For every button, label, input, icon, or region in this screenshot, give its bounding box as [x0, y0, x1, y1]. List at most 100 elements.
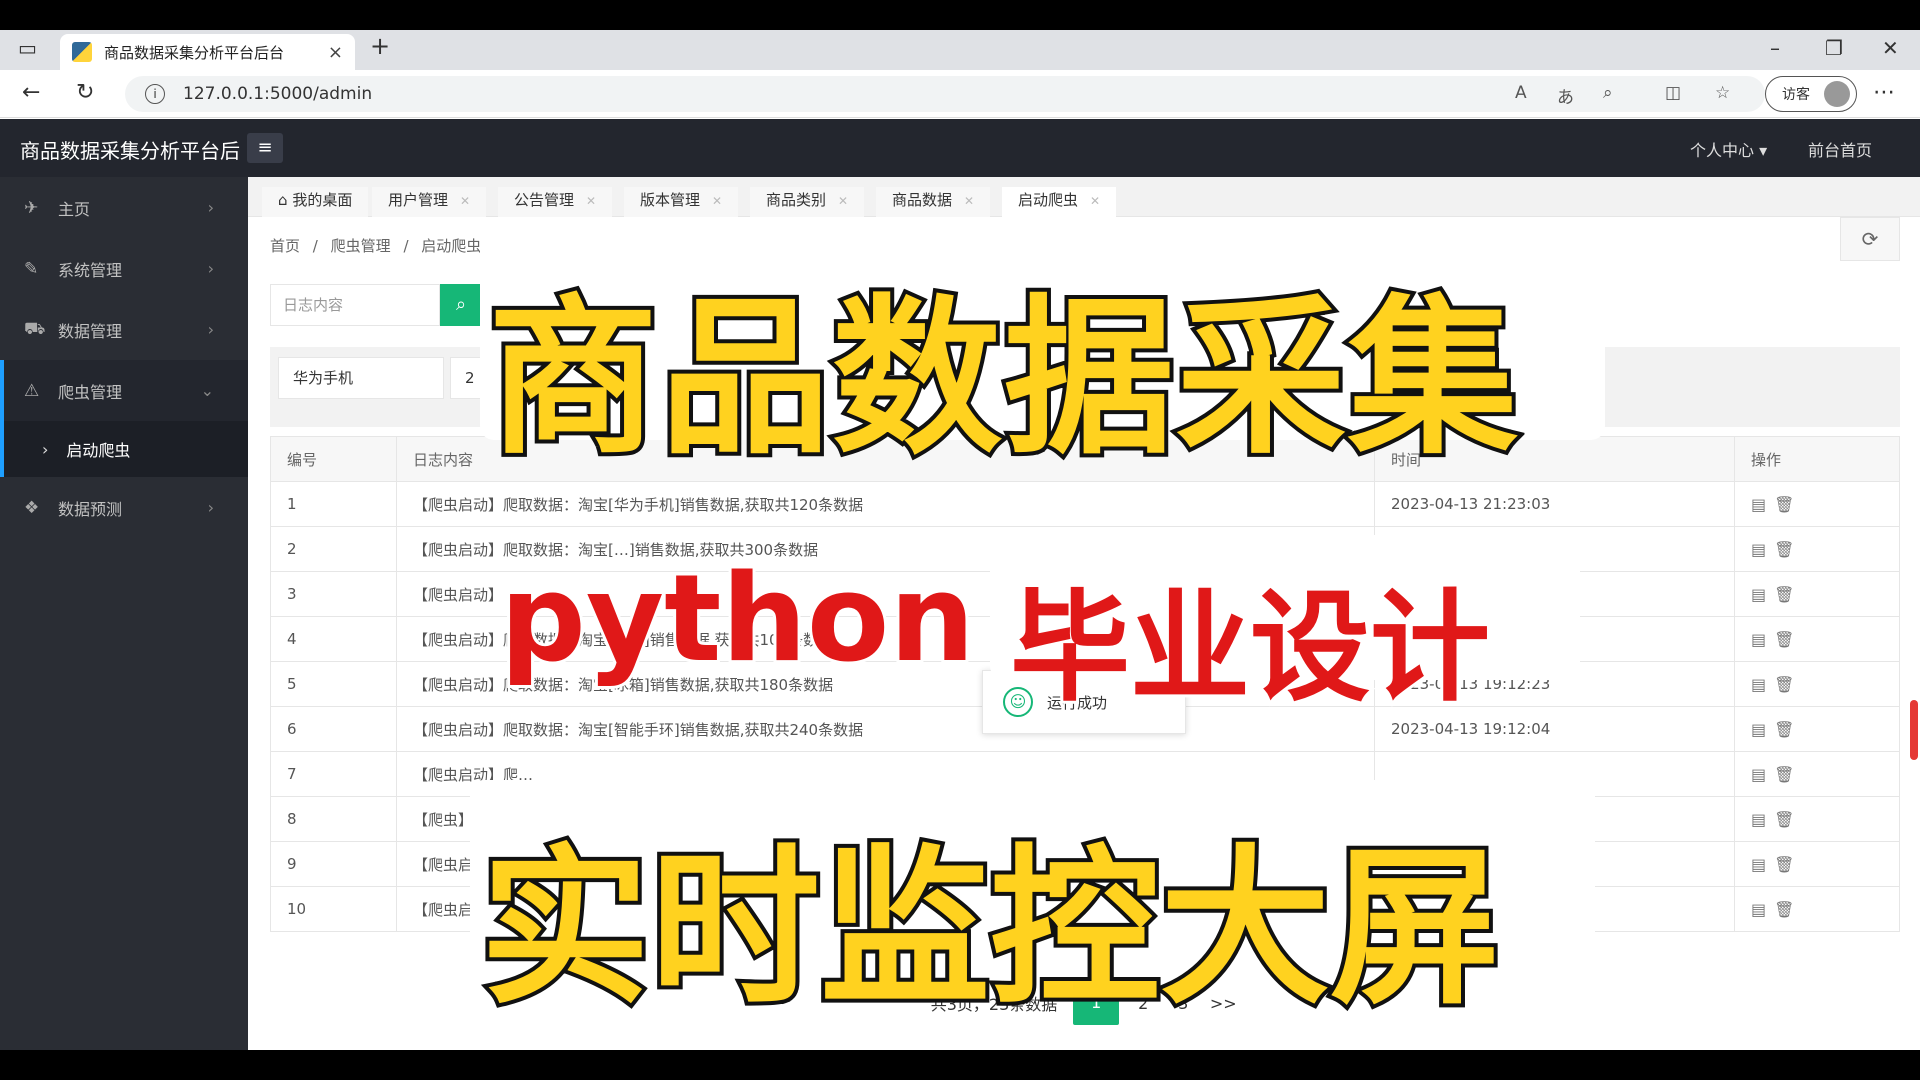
cell-actions: ▤🗑	[1734, 751, 1900, 797]
view-icon[interactable]: ▤	[1751, 765, 1774, 784]
tab-desktop[interactable]: ⌂ 我的桌面	[262, 187, 369, 217]
delete-icon[interactable]: 🗑	[1774, 855, 1802, 874]
delete-icon[interactable]: 🗑	[1774, 495, 1802, 514]
sidebar-subitem-start-crawler[interactable]: › 启动爬虫	[0, 421, 248, 477]
tab-label: 我的桌面	[292, 191, 353, 209]
refresh-icon[interactable]: ⟳	[1840, 217, 1900, 261]
caption-bottom: 实时监控大屏	[476, 826, 1504, 1032]
delete-icon[interactable]: 🗑	[1774, 675, 1802, 694]
page-tabs: ⌂ 我的桌面 用户管理 ✕ 公告管理 ✕ 版本管理 ✕ 商品类别 ✕ 商品数据 ✕ 启动爬…	[248, 177, 1920, 217]
close-icon[interactable]: ✕	[460, 194, 470, 208]
menu-toggle-icon[interactable]: ≡	[247, 133, 283, 163]
sidebar-item-home[interactable]: ✈ 主页 ›	[0, 177, 248, 238]
cell-content: 【爬虫启动】爬取数据：淘宝[华为手机]销售数据,获取共120条数据	[396, 481, 1375, 527]
site-info-icon[interactable]: i	[145, 84, 165, 104]
view-icon[interactable]: ▤	[1751, 540, 1774, 559]
sidebar-item-crawler[interactable]: ⚠ 爬虫管理 ⌄	[0, 360, 248, 421]
breadcrumb-current: 启动爬虫	[421, 237, 482, 255]
column-header-actions: 操作	[1734, 436, 1900, 482]
keyword-field[interactable]: 华为手机	[278, 357, 444, 399]
tab-label: 用户管理	[388, 191, 449, 209]
reload-icon[interactable]: ↻	[76, 80, 94, 105]
view-icon[interactable]: ▤	[1751, 585, 1774, 604]
breadcrumb-separator: /	[312, 237, 318, 255]
cell-actions: ▤🗑	[1734, 886, 1900, 932]
tab-label: 公告管理	[514, 191, 575, 209]
user-center-menu[interactable]: 个人中心 ▾	[1690, 137, 1767, 161]
delete-icon[interactable]: 🗑	[1774, 720, 1802, 739]
sidebar-item-label: 数据管理	[58, 321, 123, 341]
chevron-down-icon: ⌄	[200, 381, 214, 400]
more-icon[interactable]: ⋯	[1873, 80, 1895, 105]
view-icon[interactable]: ▤	[1751, 810, 1774, 829]
close-icon[interactable]: ✕	[586, 194, 596, 208]
sidebar-item-label: 爬虫管理	[58, 382, 123, 402]
sidebar-item-prediction[interactable]: ❖ 数据预测 ›	[0, 477, 248, 538]
tab-start-crawler[interactable]: 启动爬虫 ✕	[1002, 187, 1117, 217]
avatar	[1824, 81, 1850, 107]
zoom-icon[interactable]: ⌕	[1603, 83, 1613, 103]
search-input[interactable]: 日志内容	[270, 284, 440, 326]
close-icon[interactable]: ✕	[712, 194, 722, 208]
delete-icon[interactable]: 🗑	[1774, 900, 1802, 919]
delete-icon[interactable]: 🗑	[1774, 585, 1802, 604]
read-aloud-icon[interactable]: A	[1515, 83, 1527, 103]
tab-label: 商品类别	[766, 191, 827, 209]
scrollbar[interactable]	[1910, 700, 1918, 760]
restore-icon[interactable]: ❐	[1825, 36, 1843, 60]
cell-id: 4	[270, 616, 397, 662]
column-header-id: 编号	[270, 436, 397, 482]
view-icon[interactable]: ▤	[1751, 720, 1774, 739]
close-icon[interactable]: ✕	[964, 194, 974, 208]
browser-tab[interactable]: 商品数据采集分析平台后台 ×	[60, 34, 355, 70]
url-text: 127.0.0.1:5000/admin	[183, 84, 373, 104]
delete-icon[interactable]: 🗑	[1774, 765, 1802, 784]
back-icon[interactable]: ←	[22, 80, 40, 105]
browser-window: ▭ 商品数据采集分析平台后台 × + – ❐ ✕ ← ↻ i 127.0.0.1…	[0, 30, 1920, 1050]
breadcrumb-crawler[interactable]: 爬虫管理	[331, 237, 391, 255]
split-screen-icon[interactable]: ◫	[1665, 83, 1681, 103]
front-home-link[interactable]: 前台首页	[1808, 137, 1872, 161]
tab-notices[interactable]: 公告管理 ✕	[498, 187, 613, 217]
close-window-icon[interactable]: ✕	[1882, 36, 1899, 60]
close-tab-icon[interactable]: ×	[328, 42, 343, 63]
chevron-right-icon: ›	[207, 320, 214, 339]
delete-icon[interactable]: 🗑	[1774, 810, 1802, 829]
delete-icon[interactable]: 🗑	[1774, 630, 1802, 649]
close-icon[interactable]: ✕	[1090, 194, 1100, 208]
view-icon[interactable]: ▤	[1751, 495, 1774, 514]
cell-actions: ▤🗑	[1734, 706, 1900, 752]
cell-time: 2023-04-13 21:23:03	[1374, 481, 1735, 527]
sidebar-item-system[interactable]: ✎ 系统管理 ›	[0, 238, 248, 299]
caption-python: python	[497, 547, 978, 692]
tab-products[interactable]: 商品数据 ✕	[876, 187, 991, 217]
delete-icon[interactable]: 🗑	[1774, 540, 1802, 559]
sidebar-item-data[interactable]: ⛟ 数据管理 ›	[0, 299, 248, 360]
view-icon[interactable]: ▤	[1751, 855, 1774, 874]
breadcrumb-home[interactable]: 首页	[270, 237, 300, 255]
tab-categories[interactable]: 商品类别 ✕	[750, 187, 865, 217]
browser-tab-bar: ▭ 商品数据采集分析平台后台 × + – ❐ ✕	[0, 30, 1920, 70]
close-icon[interactable]: ✕	[838, 194, 848, 208]
app-brand: 商品数据采集分析平台后	[20, 139, 240, 163]
tab-versions[interactable]: 版本管理 ✕	[624, 187, 739, 217]
favorites-icon[interactable]: ☆	[1715, 83, 1730, 103]
translate-icon[interactable]: あ	[1557, 83, 1574, 108]
sidebar: ✈ 主页 › ✎ 系统管理 › ⛟ 数据管理 › ⚠ 爬虫管理 ⌄ › 启动爬虫…	[0, 177, 248, 1050]
sidebar-toggle-icon[interactable]: ▭	[18, 36, 37, 60]
search-icon[interactable]: ⌕	[440, 284, 482, 326]
profile-button[interactable]: 访客	[1765, 76, 1857, 112]
view-icon[interactable]: ▤	[1751, 675, 1774, 694]
new-tab-icon[interactable]: +	[370, 32, 390, 60]
cell-actions: ▤🗑	[1734, 481, 1900, 527]
minimize-icon[interactable]: –	[1770, 36, 1780, 60]
tab-label: 启动爬虫	[1018, 191, 1079, 209]
url-field[interactable]: i 127.0.0.1:5000/admin A あ ⌕ ◫ ☆	[125, 76, 1765, 112]
browser-tab-title: 商品数据采集分析平台后台	[104, 43, 285, 62]
view-icon[interactable]: ▤	[1751, 630, 1774, 649]
tab-users[interactable]: 用户管理 ✕	[372, 187, 487, 217]
chevron-right-icon: ›	[207, 498, 214, 517]
edit-icon: ✎	[24, 258, 39, 279]
view-icon[interactable]: ▤	[1751, 900, 1774, 919]
sidebar-item-label: 主页	[58, 199, 91, 219]
